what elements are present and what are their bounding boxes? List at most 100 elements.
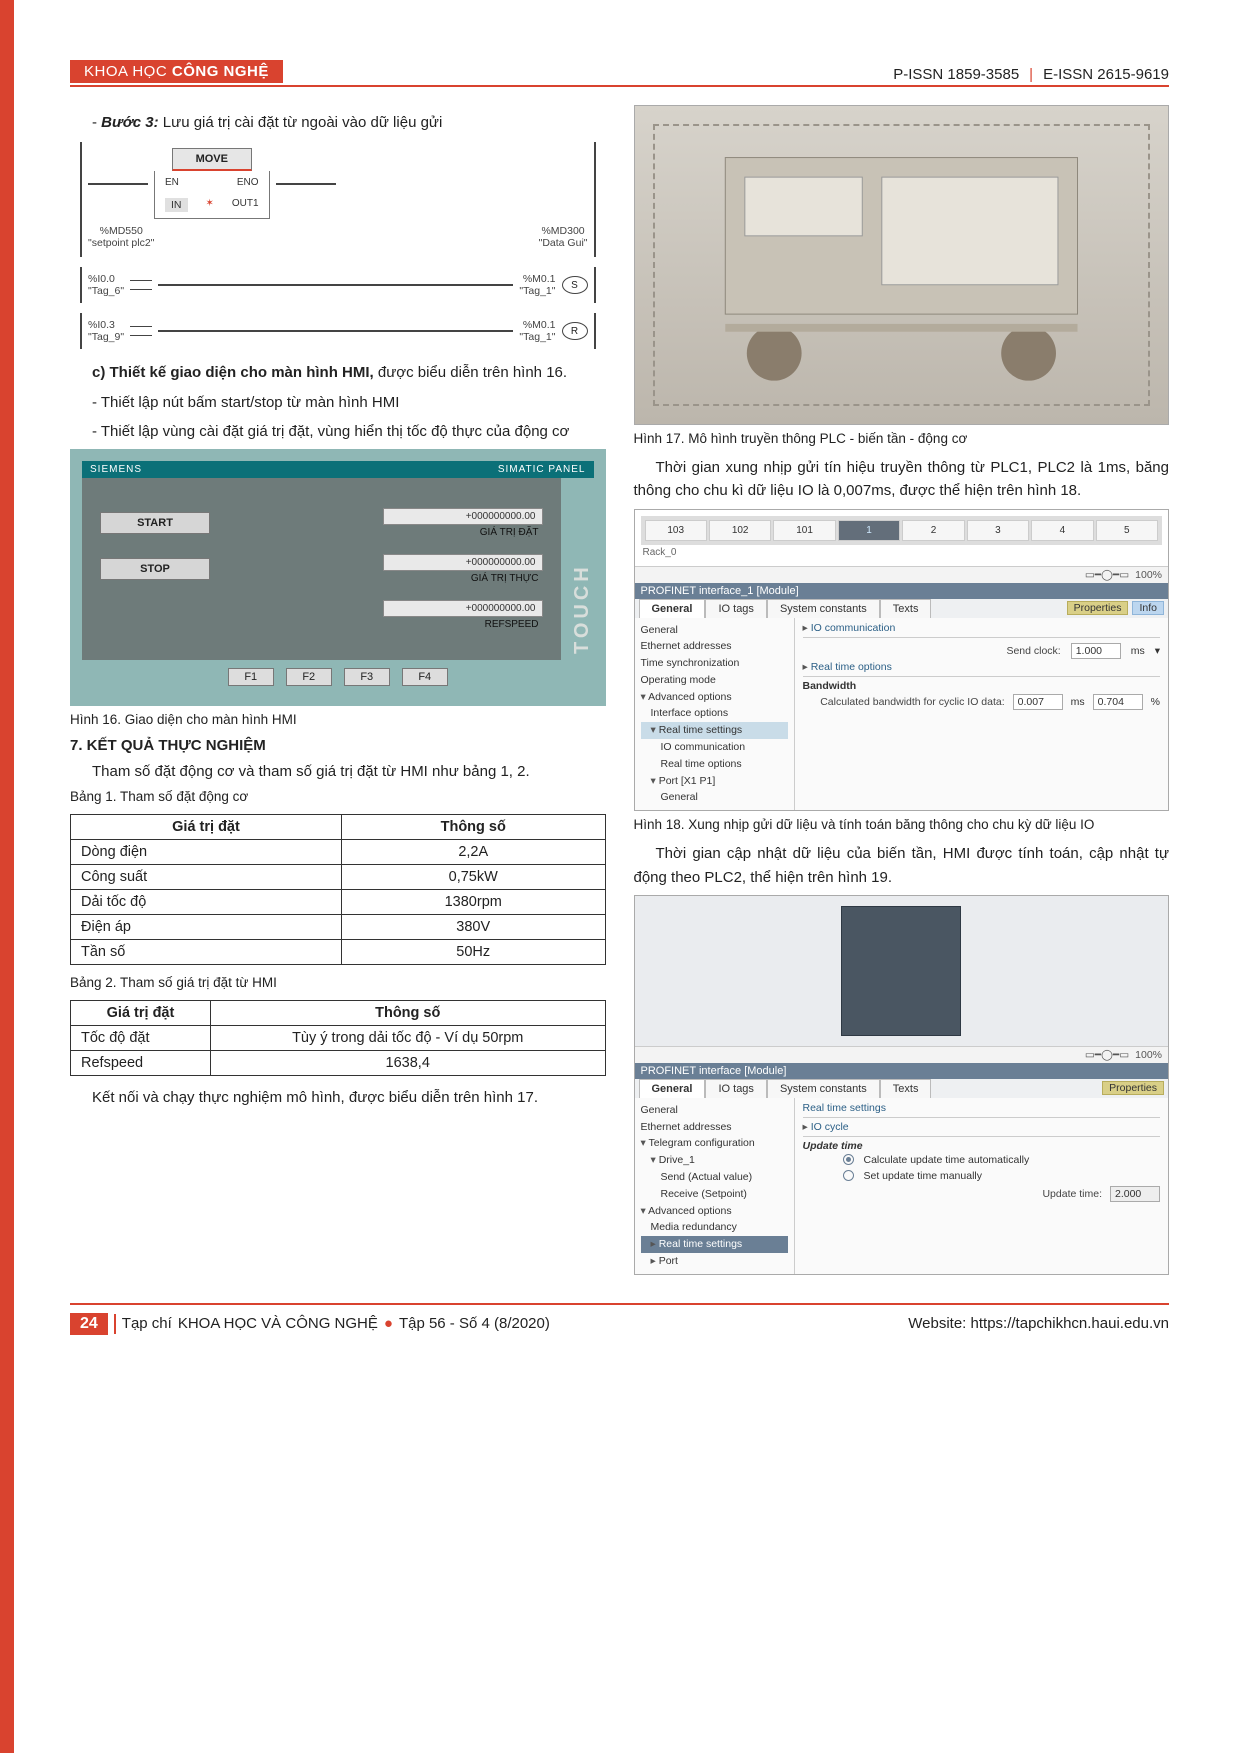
dot-icon: ● (384, 1315, 393, 1332)
zoom-icon[interactable]: ▭━◯━▭ (1085, 569, 1129, 581)
rack-slot: 3 (967, 520, 1029, 541)
t2-h0: Giá trị đặt (71, 1001, 211, 1026)
rack-slot: 102 (709, 520, 771, 541)
table-row: Tần số50Hz (71, 940, 606, 965)
radio-auto[interactable] (843, 1154, 854, 1165)
coil-reset: R (562, 322, 588, 340)
fig19-tree[interactable]: General Ethernet addresses Telegram conf… (635, 1098, 795, 1274)
tree-item[interactable]: IO communication (641, 739, 788, 756)
chip-info[interactable]: Info (1132, 601, 1164, 615)
website-url: https://tapchikhcn.haui.edu.vn (971, 1315, 1169, 1332)
fig18-pane: 103 102 101 1 2 3 4 5 Rack_0 ▭━◯━▭ 100% … (634, 509, 1170, 812)
chip-properties-2[interactable]: Properties (1102, 1081, 1164, 1095)
tree-item[interactable]: Receive (Setpoint) (641, 1186, 788, 1203)
tree-item-selected[interactable]: Real time settings (641, 722, 788, 739)
move-eno: ENO (237, 177, 259, 188)
hmi-f4[interactable]: F4 (402, 668, 448, 686)
page-footer: 24 Tạp chí KHOA HỌC VÀ CÔNG NGHỆ ● Tập 5… (70, 1303, 1169, 1335)
tree-item-selected[interactable]: Real time settings (641, 1236, 788, 1253)
tree-item[interactable]: Advanced options (641, 689, 788, 706)
page-edge-accent (0, 0, 14, 1753)
bw-ms-input: 0.007 (1013, 694, 1063, 710)
tree-item[interactable]: Port [X1 P1] (641, 773, 788, 790)
tree-item[interactable]: Operating mode (641, 672, 788, 689)
tab-general-2[interactable]: General (639, 1079, 706, 1098)
m01-addr-1: %M0.1 (523, 273, 556, 285)
drive-graphic (841, 906, 961, 1036)
rack-slot-cpu[interactable]: 1 (838, 520, 900, 541)
p-issn: P-ISSN 1859-3585 (893, 66, 1019, 83)
setpoint-plc2-tag: "setpoint plc2" (88, 237, 154, 249)
tree-item[interactable]: Ethernet addresses (641, 1119, 788, 1136)
tree-item[interactable]: General (641, 622, 788, 639)
bullet-2: - Thiết lập vùng cài đặt giá trị đặt, vù… (70, 420, 606, 443)
section-tag-bold: CÔNG NGHỆ (172, 63, 269, 80)
step3-line: - Bước 3: Lưu giá trị cài đặt từ ngoài v… (70, 111, 606, 134)
move-block-title: MOVE (172, 148, 252, 171)
hmi-actual-label: GIÁ TRỊ THỰC (383, 573, 543, 584)
tree-item[interactable]: Send (Actual value) (641, 1169, 788, 1186)
section-tag: KHOA HỌC CÔNG NGHỆ (70, 60, 283, 83)
table-row: Dòng điện2,2A (71, 840, 606, 865)
section-tag-light: KHOA HỌC (84, 63, 167, 80)
rack-slot: 101 (773, 520, 835, 541)
radio-manual[interactable] (843, 1170, 854, 1181)
hmi-stop-button[interactable]: STOP (100, 558, 210, 580)
zoom-icon[interactable]: ▭━◯━▭ (1085, 1049, 1129, 1061)
tab-general[interactable]: General (639, 599, 706, 618)
hmi-setpoint-label: GIÁ TRỊ ĐẶT (383, 527, 543, 538)
hmi-fkeys: F1 F2 F3 F4 (82, 660, 594, 694)
hmi-setpoint-field[interactable]: +000000000.00 (383, 508, 543, 525)
tab-texts-2[interactable]: Texts (880, 1079, 932, 1098)
tree-item[interactable]: Drive_1 (641, 1152, 788, 1169)
fig19-pane: ▭━◯━▭ 100% PROFINET interface [Module] G… (634, 895, 1170, 1275)
tree-item[interactable]: Advanced options (641, 1203, 788, 1220)
hmi-start-button[interactable]: START (100, 512, 210, 534)
opt-auto-label: Calculate update time automatically (864, 1154, 1030, 1166)
i00-addr: %I0.0 (88, 273, 115, 285)
tree-item[interactable]: Real time options (641, 756, 788, 773)
tag1-2: "Tag_1" (519, 331, 555, 343)
hmi-touch-text: TOUCH (571, 478, 594, 660)
update-time-heading: Update time (803, 1140, 1161, 1152)
contact-i00 (130, 280, 152, 290)
move-en: EN (165, 177, 179, 188)
hmi-f1[interactable]: F1 (228, 668, 274, 686)
c-tail: được biểu diễn trên hình 16. (374, 364, 567, 381)
fig17-photo (634, 105, 1170, 425)
table-1: Giá trị đặt Thông số Dòng điện2,2A Công … (70, 814, 606, 965)
tree-item[interactable]: General (641, 1102, 788, 1119)
tree-item[interactable]: Media redundancy (641, 1219, 788, 1236)
tree-item[interactable]: Time synchronization (641, 655, 788, 672)
para-after-18: Thời gian cập nhật dữ liệu của biến tần,… (634, 842, 1170, 889)
tree-item[interactable]: Telegram configuration (641, 1135, 788, 1152)
tree-item[interactable]: Interface options (641, 705, 788, 722)
chip-properties[interactable]: Properties (1067, 601, 1129, 615)
coil-set: S (562, 276, 588, 294)
table1-caption: Bảng 1. Tham số đặt động cơ (70, 789, 606, 804)
table-row: Điện áp380V (71, 915, 606, 940)
tree-item[interactable]: General (641, 789, 788, 806)
hmi-f3[interactable]: F3 (344, 668, 390, 686)
update-time-input: 2.000 (1110, 1186, 1160, 1202)
tab-system-constants-2[interactable]: System constants (767, 1079, 880, 1098)
website-label: Website: (908, 1315, 966, 1332)
send-clock-input[interactable]: 1.000 (1071, 643, 1121, 659)
io-comm-heading: IO communication (803, 622, 1161, 634)
photo-placeholder-icon (688, 138, 1115, 392)
hmi-f2[interactable]: F2 (286, 668, 332, 686)
m01-addr-2: %M0.1 (523, 319, 556, 331)
bw-label: Calculated bandwidth for cyclic IO data: (803, 696, 1005, 708)
table-row: Công suất0,75kW (71, 865, 606, 890)
tab-io-tags-2[interactable]: IO tags (705, 1079, 766, 1098)
ladder-diagram: MOVE ENENO IN ✶ OUT1 (70, 142, 606, 349)
tab-system-constants[interactable]: System constants (767, 599, 880, 618)
tab-io-tags[interactable]: IO tags (705, 599, 766, 618)
fig18-form: IO communication Send clock: 1.000 ms ▾ … (795, 618, 1169, 811)
bullet-1: - Thiết lập nút bấm start/stop từ màn hì… (70, 391, 606, 414)
dropdown-icon[interactable]: ▾ (1155, 645, 1160, 657)
fig18-tree[interactable]: General Ethernet addresses Time synchron… (635, 618, 795, 811)
tree-item[interactable]: Ethernet addresses (641, 638, 788, 655)
tree-item[interactable]: Port (641, 1253, 788, 1270)
tab-texts[interactable]: Texts (880, 599, 932, 618)
